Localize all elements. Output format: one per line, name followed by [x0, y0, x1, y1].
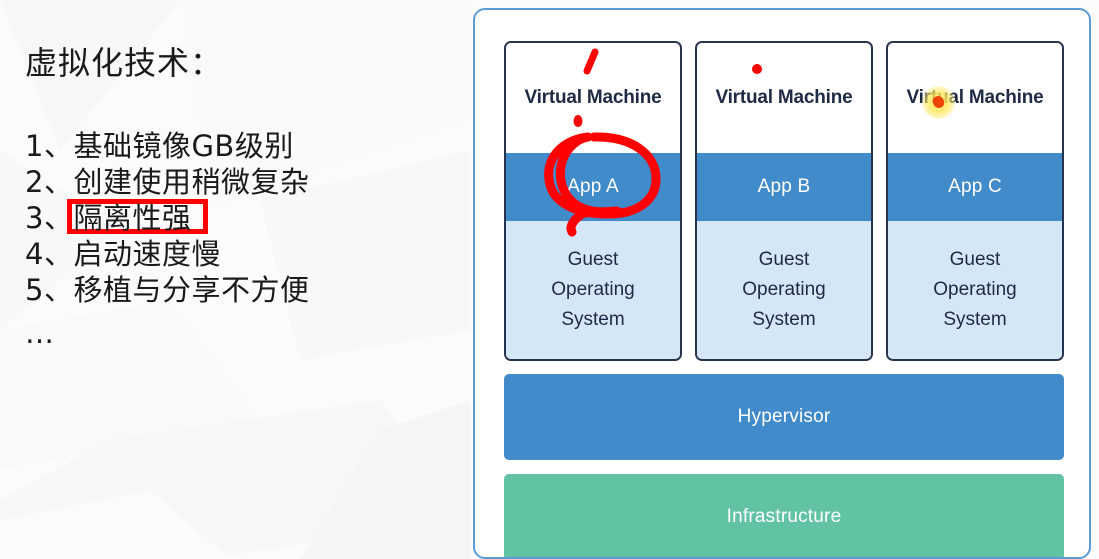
- vm-box-2: Virtual Machine App B Guest Operating Syst…: [695, 41, 873, 361]
- list-item-number: 4、: [25, 237, 74, 271]
- vm-title: Virtual Machine: [697, 43, 871, 153]
- vm-app-band: App B: [697, 153, 871, 221]
- left-text-column: 虚拟化技术： 1、 基础镜像GB级别 2、 创建使用稍微复杂 3、 隔离性强 4…: [0, 0, 470, 559]
- virtualization-diagram: Virtual Machine App A Guest Operating Syst…: [473, 8, 1091, 559]
- list-item-text: 基础镜像GB级别: [73, 129, 294, 163]
- list-item: 4、 启动速度慢: [25, 236, 455, 272]
- list-item-number: 5、: [25, 273, 74, 307]
- hypervisor-bar: Hypervisor: [504, 374, 1064, 460]
- list-item-text: 移植与分享不方便: [73, 273, 310, 307]
- infrastructure-bar: Infrastructure: [504, 474, 1064, 557]
- vm-box-3: Virtual Machine App C Guest Operating Syst…: [886, 41, 1064, 361]
- list-item-number: 3、: [25, 201, 74, 235]
- list-item-text: 创建使用稍微复杂: [73, 165, 310, 199]
- vm-row: Virtual Machine App A Guest Operating Syst…: [504, 41, 1064, 361]
- page-title: 虚拟化技术：: [25, 44, 224, 82]
- vm-app-band: App A: [506, 153, 680, 221]
- vm-guest-os: Guest Operating System: [506, 221, 680, 359]
- vm-guest-os: Guest Operating System: [697, 221, 871, 359]
- vm-box-1: Virtual Machine App A Guest Operating Syst…: [504, 41, 682, 361]
- vm-app-band: App C: [888, 153, 1062, 221]
- vm-title: Virtual Machine: [506, 43, 680, 153]
- list-item-number: 1、: [25, 129, 74, 163]
- slide-canvas: 虚拟化技术： 1、 基础镜像GB级别 2、 创建使用稍微复杂 3、 隔离性强 4…: [0, 0, 1099, 559]
- list-item-number: 2、: [25, 165, 74, 199]
- list-item: 2、 创建使用稍微复杂: [25, 164, 455, 200]
- bullet-list: 1、 基础镜像GB级别 2、 创建使用稍微复杂 3、 隔离性强 4、 启动速度慢…: [25, 128, 455, 308]
- vm-title: Virtual Machine: [888, 43, 1062, 153]
- list-item-highlighted: 3、 隔离性强: [25, 200, 455, 236]
- list-item-text: 隔离性强: [73, 201, 192, 235]
- vm-guest-os: Guest Operating System: [888, 221, 1062, 359]
- list-item: 1、 基础镜像GB级别: [25, 128, 455, 164]
- list-ellipsis: …: [25, 316, 54, 350]
- list-item-text: 启动速度慢: [73, 237, 221, 271]
- list-item: 5、 移植与分享不方便: [25, 272, 455, 308]
